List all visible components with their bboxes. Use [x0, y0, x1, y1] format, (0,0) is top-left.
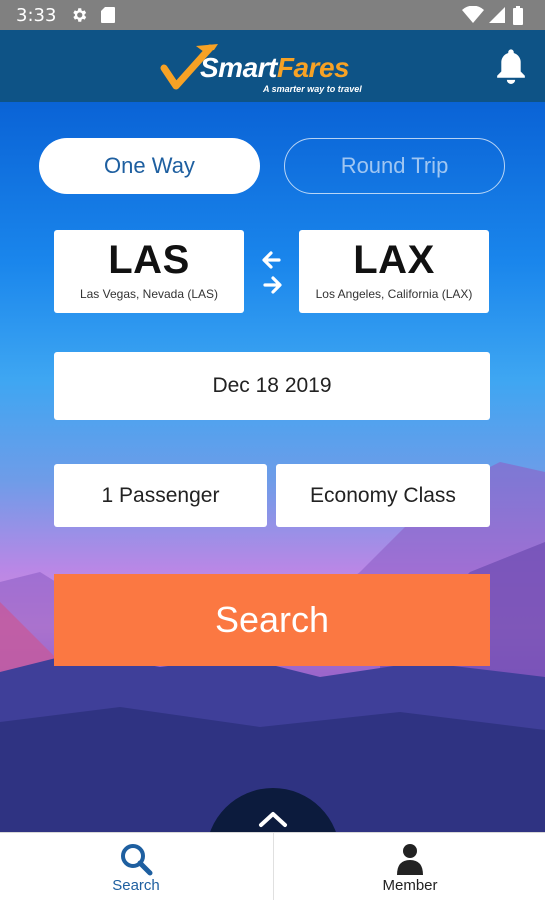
- brand-name-part1: Smart: [200, 52, 277, 83]
- wifi-icon: [462, 6, 484, 23]
- cabin-class-value: Economy Class: [310, 483, 456, 507]
- destination-code: LAX: [353, 238, 435, 282]
- trip-type-one-way[interactable]: One Way: [39, 138, 260, 194]
- brand-name-part2: Fares: [276, 52, 350, 83]
- origin-name: Las Vegas, Nevada (LAS): [79, 287, 219, 301]
- search-button[interactable]: Search: [54, 574, 490, 666]
- status-bar: 3:33: [0, 0, 545, 30]
- trip-type-round-trip[interactable]: Round Trip: [284, 138, 505, 194]
- origin-code: LAS: [108, 238, 190, 282]
- bottom-navigation: Search Member: [0, 832, 545, 900]
- sd-card-icon: [101, 7, 115, 23]
- swap-arrows-icon[interactable]: [259, 250, 285, 296]
- cabin-class-field[interactable]: Economy Class: [276, 464, 490, 527]
- chevron-up-icon[interactable]: [258, 810, 288, 828]
- cellular-signal-icon: [489, 7, 505, 23]
- bell-icon[interactable]: [494, 48, 528, 84]
- smartfares-logo[interactable]: SmartFares A smarter way to travel: [160, 36, 362, 96]
- nav-item-search[interactable]: Search: [0, 833, 272, 900]
- nav-label-search: Search: [112, 877, 160, 894]
- departure-date-field[interactable]: Dec 18 2019: [54, 352, 490, 420]
- departure-date-value: Dec 18 2019: [212, 374, 332, 397]
- destination-name: Los Angeles, California (LAX): [315, 287, 473, 301]
- brand-tagline: A smarter way to travel: [263, 84, 362, 94]
- status-time: 3:33: [16, 5, 57, 26]
- app-header: SmartFares A smarter way to travel: [0, 30, 545, 102]
- battery-icon: [513, 6, 523, 25]
- nav-item-member[interactable]: Member: [273, 833, 545, 900]
- passenger-count-value: 1 Passenger: [101, 483, 220, 507]
- search-icon: [121, 844, 153, 876]
- passenger-count-field[interactable]: 1 Passenger: [54, 464, 267, 527]
- origin-airport-card[interactable]: LAS Las Vegas, Nevada (LAS): [54, 230, 244, 313]
- brand-name: SmartFares: [200, 52, 350, 84]
- search-button-label: Search: [214, 599, 330, 640]
- destination-airport-card[interactable]: LAX Los Angeles, California (LAX): [299, 230, 489, 313]
- search-form-area: One Way Round Trip LAS Las Vegas, Nevada…: [0, 102, 545, 832]
- person-icon: [397, 844, 423, 875]
- nav-label-member: Member: [382, 877, 438, 894]
- gear-icon: [73, 8, 87, 22]
